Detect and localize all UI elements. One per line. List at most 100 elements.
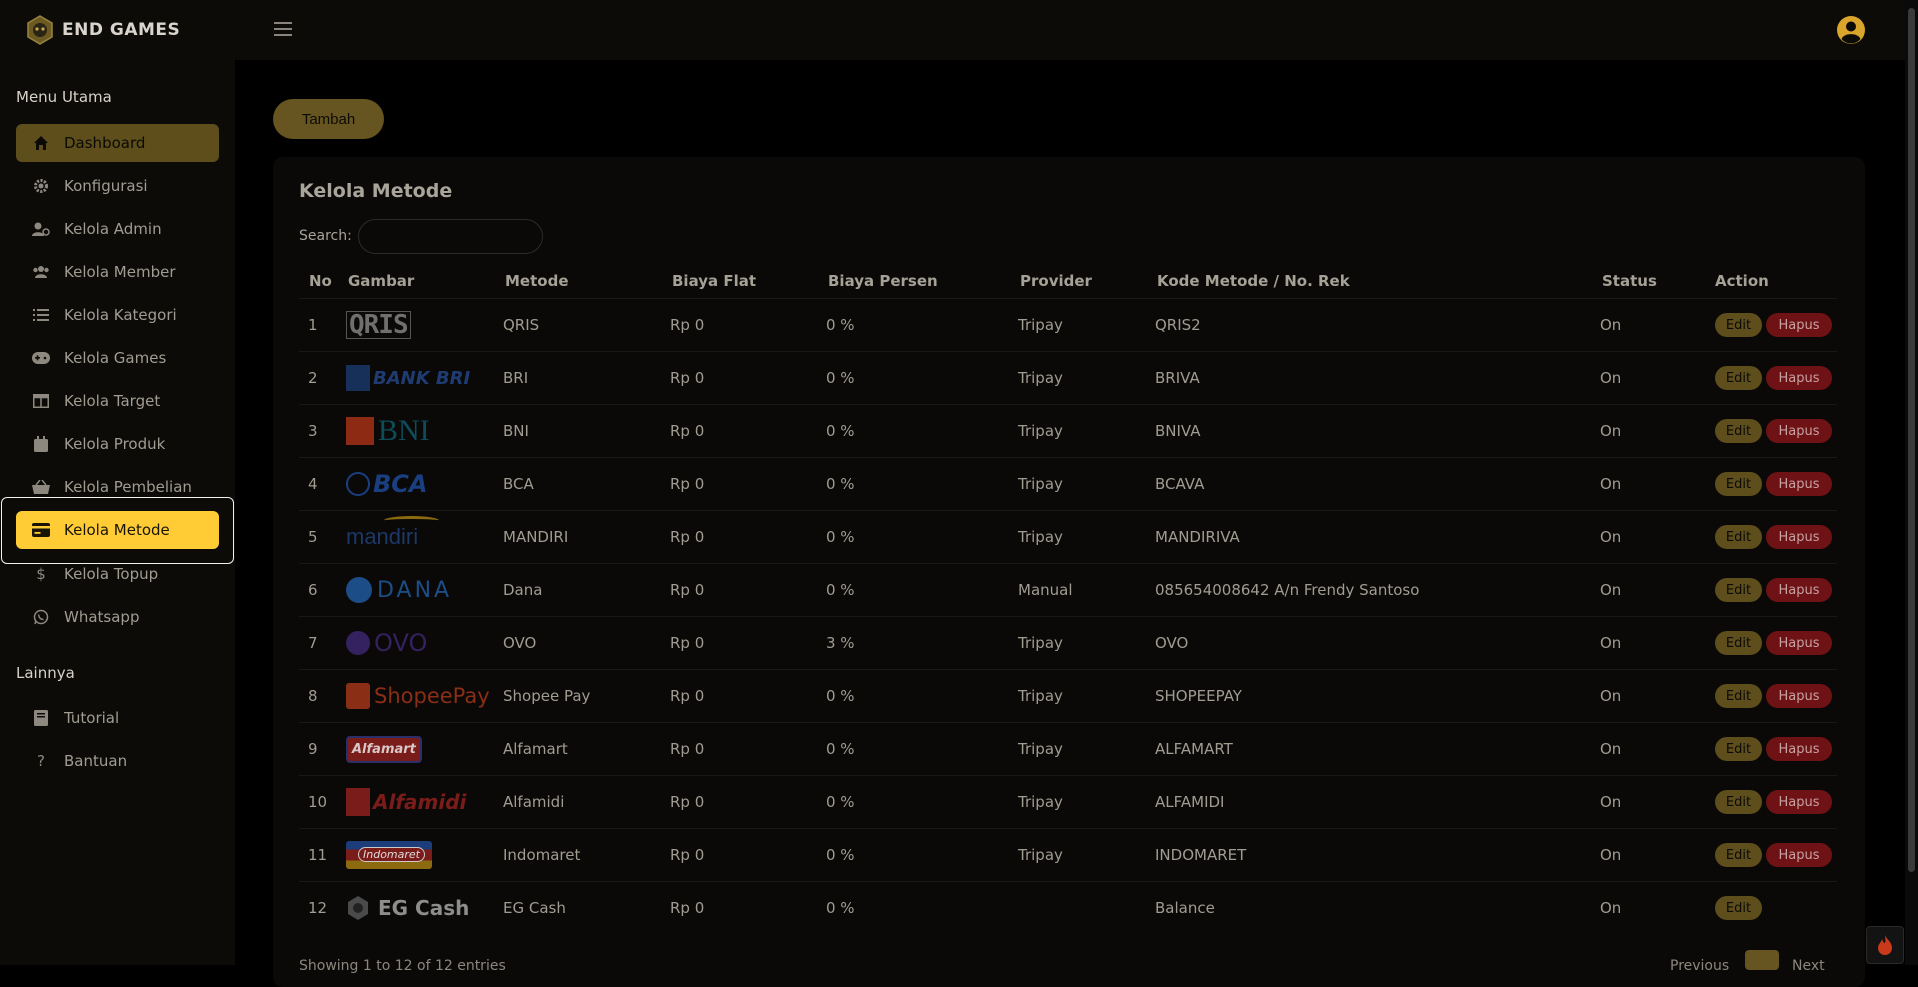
delete-button[interactable]: Hapus xyxy=(1766,578,1832,602)
sidebar-item-kelola-kategori[interactable]: Kelola Kategori xyxy=(16,296,219,334)
edit-button[interactable]: Edit xyxy=(1715,843,1762,867)
sidebar-item-kelola-produk[interactable]: Kelola Produk xyxy=(16,425,219,463)
sidebar-item-kelola-member[interactable]: Kelola Member xyxy=(16,253,219,291)
scrollbar-thumb[interactable] xyxy=(1908,8,1915,872)
pagination-previous[interactable]: Previous xyxy=(1670,958,1729,974)
sidebar-item-kelola-games[interactable]: Kelola Games xyxy=(16,339,219,377)
row-divider xyxy=(299,616,1837,617)
edit-button[interactable]: Edit xyxy=(1715,472,1762,496)
fire-floating-icon[interactable] xyxy=(1866,926,1904,964)
pagination-next[interactable]: Next xyxy=(1792,958,1825,974)
column-header-no[interactable]: No xyxy=(309,272,332,290)
column-header-biaya-persen[interactable]: Biaya Persen xyxy=(828,272,938,290)
row-divider xyxy=(299,457,1837,458)
edit-button[interactable]: Edit xyxy=(1715,313,1762,337)
cell-no: 3 xyxy=(308,422,318,440)
sidebar-item-dashboard[interactable]: Dashboard xyxy=(16,124,219,162)
edit-button[interactable]: Edit xyxy=(1715,737,1762,761)
cell-no: 1 xyxy=(308,316,318,334)
add-method-button[interactable]: Tambah xyxy=(273,99,384,139)
sidebar-item-kelola-metode[interactable]: Kelola Metode xyxy=(16,511,219,549)
pagination-current-page[interactable]: 1 xyxy=(1745,950,1779,970)
sidebar-item-tutorial[interactable]: Tutorial xyxy=(16,699,219,737)
cell-biaya-flat: Rp 0 xyxy=(670,846,705,864)
row-divider xyxy=(299,775,1837,776)
column-header-status[interactable]: Status xyxy=(1602,272,1657,290)
sidebar-item-whatsapp[interactable]: Whatsapp xyxy=(16,598,219,636)
column-header-kode[interactable]: Kode Metode / No. Rek xyxy=(1157,272,1350,290)
payment-logo-alfamart: Alfamart xyxy=(346,732,422,766)
delete-button[interactable]: Hapus xyxy=(1766,684,1832,708)
delete-button[interactable]: Hapus xyxy=(1766,366,1832,390)
table-icon xyxy=(32,392,50,410)
sidebar-item-kelola-topup[interactable]: $ Kelola Topup xyxy=(16,555,219,593)
cell-kode: Balance xyxy=(1155,899,1215,917)
delete-button[interactable]: Hapus xyxy=(1766,843,1832,867)
user-avatar-icon[interactable] xyxy=(1836,15,1866,45)
cell-status: On xyxy=(1600,846,1622,864)
cell-biaya-flat: Rp 0 xyxy=(670,740,705,758)
section-main-title: Menu Utama xyxy=(16,88,112,106)
topbar xyxy=(235,0,1905,60)
delete-button[interactable]: Hapus xyxy=(1766,472,1832,496)
delete-button[interactable]: Hapus xyxy=(1766,790,1832,814)
cell-status: On xyxy=(1600,634,1622,652)
delete-button[interactable]: Hapus xyxy=(1766,419,1832,443)
search-label: Search: xyxy=(299,228,352,244)
gamepad-icon xyxy=(32,349,50,367)
row-divider xyxy=(299,722,1837,723)
home-icon xyxy=(32,134,50,152)
edit-button[interactable]: Edit xyxy=(1715,896,1762,920)
edit-button[interactable]: Edit xyxy=(1715,684,1762,708)
cell-biaya-persen: 3 % xyxy=(826,634,855,652)
delete-button[interactable]: Hapus xyxy=(1766,313,1832,337)
delete-button[interactable]: Hapus xyxy=(1766,525,1832,549)
cell-status: On xyxy=(1600,528,1622,546)
sidebar-item-kelola-admin[interactable]: Kelola Admin xyxy=(16,210,219,248)
cell-no: 7 xyxy=(308,634,318,652)
cell-no: 6 xyxy=(308,581,318,599)
sidebar-item-label: Kelola Produk xyxy=(64,435,166,453)
cell-biaya-flat: Rp 0 xyxy=(670,581,705,599)
cell-biaya-persen: 0 % xyxy=(826,740,855,758)
column-header-metode[interactable]: Metode xyxy=(505,272,569,290)
delete-button[interactable]: Hapus xyxy=(1766,631,1832,655)
row-divider xyxy=(299,669,1837,670)
payment-logo-shopeepay: ShopeePay xyxy=(346,679,490,713)
search-input[interactable] xyxy=(358,219,543,254)
sidebar-item-label: Kelola Kategori xyxy=(64,306,177,324)
cell-provider: Tripay xyxy=(1018,634,1063,652)
sidebar-item-label: Kelola Member xyxy=(64,263,176,281)
table-info: Showing 1 to 12 of 12 entries xyxy=(299,958,506,974)
column-header-gambar[interactable]: Gambar xyxy=(348,272,414,290)
cell-biaya-flat: Rp 0 xyxy=(670,369,705,387)
cell-kode: OVO xyxy=(1155,634,1189,652)
brand[interactable]: END GAMES xyxy=(24,14,180,46)
edit-button[interactable]: Edit xyxy=(1715,631,1762,655)
cell-biaya-persen: 0 % xyxy=(826,422,855,440)
gear-icon xyxy=(32,177,50,195)
cell-biaya-flat: Rp 0 xyxy=(670,316,705,334)
brand-name: END GAMES xyxy=(62,20,181,40)
edit-button[interactable]: Edit xyxy=(1715,366,1762,390)
edit-button[interactable]: Edit xyxy=(1715,790,1762,814)
edit-button[interactable]: Edit xyxy=(1715,525,1762,549)
edit-button[interactable]: Edit xyxy=(1715,578,1762,602)
cell-metode: BCA xyxy=(503,475,534,493)
sidebar-item-bantuan[interactable]: ? Bantuan xyxy=(16,742,219,780)
sidebar-item-konfigurasi[interactable]: Konfigurasi xyxy=(16,167,219,205)
book-icon xyxy=(32,709,50,727)
cell-status: On xyxy=(1600,422,1622,440)
sidebar-item-label: Bantuan xyxy=(64,752,128,770)
column-header-biaya-flat[interactable]: Biaya Flat xyxy=(672,272,756,290)
cell-metode: Indomaret xyxy=(503,846,581,864)
sidebar-item-kelola-target[interactable]: Kelola Target xyxy=(16,382,219,420)
cell-biaya-persen: 0 % xyxy=(826,846,855,864)
edit-button[interactable]: Edit xyxy=(1715,419,1762,443)
column-header-provider[interactable]: Provider xyxy=(1020,272,1092,290)
cell-kode: MANDIRIVA xyxy=(1155,528,1240,546)
cell-no: 9 xyxy=(308,740,318,758)
cell-provider: Tripay xyxy=(1018,475,1063,493)
hamburger-menu-icon[interactable] xyxy=(274,22,292,36)
delete-button[interactable]: Hapus xyxy=(1766,737,1832,761)
